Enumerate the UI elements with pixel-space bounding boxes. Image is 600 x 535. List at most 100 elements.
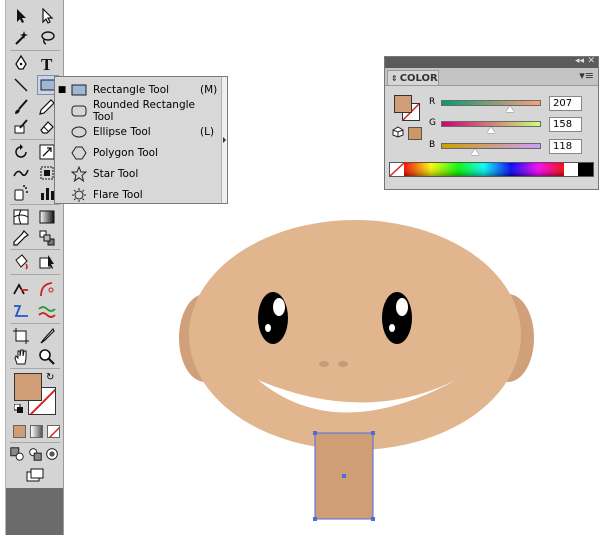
flyout-item-label: Star Tool [93,167,139,180]
flyout-item-shortcut: (M) [200,83,218,96]
type-tool[interactable]: T [36,53,58,73]
hand-tool[interactable] [10,347,32,367]
toolbar-divider [10,139,60,140]
channel-label: R [429,97,436,107]
panel-fill-swatch[interactable] [394,95,412,113]
left-eye-highlight-small [265,324,271,332]
panel-tab-row: ⇕ COLOR ▾≡ [385,68,598,86]
web-safe-swatch[interactable] [408,127,422,140]
live-paint-bucket-tool[interactable] [10,252,32,272]
width-tool[interactable] [10,301,32,321]
zoom-tool[interactable] [36,347,58,367]
gradient-mode-button[interactable] [30,425,43,438]
b-gradient-bar[interactable] [441,143,541,149]
tab-toggle-icon: ⇕ [391,73,398,83]
left-eye[interactable] [258,292,288,344]
panel-titlebar[interactable]: ◂◂ ✕ [385,56,598,68]
direct-selection-icon [42,7,54,24]
toolbar-divider [10,50,60,51]
blend-tool[interactable] [36,228,58,248]
shape-builder-icon [13,283,28,295]
slider-g: G 158 [429,117,595,133]
flyout-item-label: Flare Tool [93,188,143,201]
default-fill-stroke-icon[interactable] [13,403,24,414]
mesh-tool[interactable] [10,207,32,227]
flyout-item-label: Rounded Rectangle Tool [93,98,195,123]
selection-tool[interactable] [10,6,32,26]
perspective-grid-icon [40,282,54,297]
direct-selection-tool[interactable] [36,6,58,26]
color-mode-button[interactable] [13,425,26,438]
rotate-tool[interactable] [10,142,32,162]
nostril-right [338,361,348,367]
b-slider-thumb[interactable] [471,149,479,155]
swap-fill-stroke-icon[interactable]: ↻ [46,372,58,384]
shape-builder-tool[interactable] [10,279,32,299]
fill-swatch[interactable] [14,373,42,401]
blob-brush-icon [14,119,28,134]
slice-tool[interactable] [36,326,58,346]
paintbrush-tool[interactable] [10,97,32,117]
draw-normal-button[interactable] [9,444,25,464]
spectrum-fill [389,162,593,177]
line-segment-tool[interactable] [10,75,32,95]
right-eye[interactable] [382,292,412,344]
draw-inside-button[interactable] [44,444,60,464]
flyout-item-rounded-rectangle[interactable]: Rounded Rectangle Tool [55,98,222,123]
star-icon [71,165,87,182]
r-value-input[interactable]: 207 [549,96,582,111]
zoom-icon [39,349,55,365]
g-slider-thumb[interactable] [487,127,495,133]
type-icon: T [41,55,53,72]
flyout-item-flare[interactable]: Flare Tool [55,184,222,205]
perspective-grid-tool[interactable] [36,279,58,299]
draw-behind-button[interactable] [27,444,43,464]
flyout-item-star[interactable]: Star Tool [55,163,222,184]
r-slider-thumb[interactable] [506,106,514,112]
lasso-tool[interactable] [36,28,58,48]
pen-icon [15,54,27,70]
artboard-tool[interactable] [10,326,32,346]
g-value-input[interactable]: 158 [549,117,582,132]
nostril-left [319,361,329,367]
mesh-icon [13,209,29,225]
none-mode-button[interactable] [47,425,60,438]
draw-behind-icon [29,448,42,461]
toolbar-divider [10,323,60,324]
slice-icon [40,327,55,344]
eyedropper-icon [13,230,29,246]
eyedropper-tool[interactable] [10,228,32,248]
color-spectrum[interactable] [389,162,594,177]
collapse-icon[interactable]: ◂◂ [575,56,584,66]
selection-icon [17,9,26,23]
pen-tool[interactable] [10,53,32,73]
blob-brush-tool[interactable] [10,117,32,137]
r-gradient-bar[interactable] [441,100,541,106]
warp-tool[interactable] [10,163,32,183]
out-of-gamut-icon[interactable] [392,126,404,138]
pucker-tool[interactable] [36,301,58,321]
live-paint-selection-icon [39,255,54,269]
tab-label: COLOR [399,72,438,84]
panel-menu-icon[interactable]: ▾≡ [579,69,594,82]
screen-mode-button[interactable] [24,466,46,486]
tab-color[interactable]: ⇕ COLOR [387,70,439,85]
magic-wand-tool[interactable] [10,28,32,48]
gradient-tool[interactable] [36,207,58,227]
flyout-item-label: Polygon Tool [93,146,158,159]
live-paint-selection-tool[interactable] [36,252,58,272]
flyout-tearoff-strip[interactable] [221,77,227,203]
rounded-rectangle-icon [71,105,87,116]
tearoff-arrow-icon [223,137,226,143]
head[interactable] [189,220,521,450]
rectangle-icon [71,84,87,95]
close-icon[interactable]: ✕ [587,56,595,66]
symbol-sprayer-tool[interactable] [10,183,32,203]
flyout-item-ellipse[interactable]: Ellipse Tool (L) [55,121,222,142]
rotate-icon [15,144,27,158]
flyout-item-rectangle[interactable]: ■ Rectangle Tool (M) [55,79,222,100]
ellipse-icon [71,126,87,137]
b-value-input[interactable]: 118 [549,139,582,154]
color-panel: ◂◂ ✕ ⇕ COLOR ▾≡ R 207 G 158 B 118 [384,56,599,190]
flyout-item-polygon[interactable]: Polygon Tool [55,142,222,163]
